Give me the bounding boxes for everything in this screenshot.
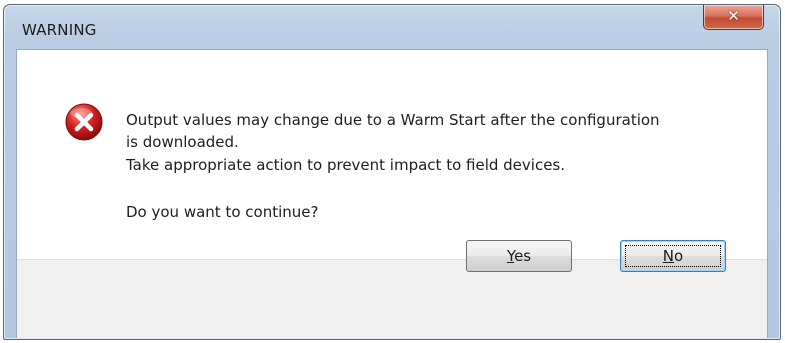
no-accelerator: N <box>662 247 675 265</box>
yes-button-label: Yes <box>507 247 531 265</box>
dialog-client-area: Output values may change due to a Warm S… <box>16 49 768 338</box>
close-icon: ✕ <box>727 7 740 25</box>
window-title: WARNING <box>22 21 97 39</box>
close-button[interactable]: ✕ <box>703 5 764 30</box>
message-line-1: Output values may change due to a Warm S… <box>126 111 660 129</box>
no-button-label: No <box>663 247 683 265</box>
dialog-window: WARNING ✕ Output values may change due t… <box>3 4 781 340</box>
yes-button[interactable]: Yes <box>466 240 572 272</box>
yes-accelerator: Y <box>506 247 515 265</box>
message-line-3: Take appropriate action to prevent impac… <box>126 156 566 174</box>
error-icon <box>65 103 103 141</box>
message-area: Output values may change due to a Warm S… <box>17 50 767 259</box>
message-line-2: is downloaded. <box>126 133 239 151</box>
message-line-5: Do you want to continue? <box>126 203 319 221</box>
no-label-rest: o <box>674 247 684 265</box>
no-button[interactable]: No <box>620 240 726 272</box>
yes-label-rest: es <box>514 247 532 265</box>
